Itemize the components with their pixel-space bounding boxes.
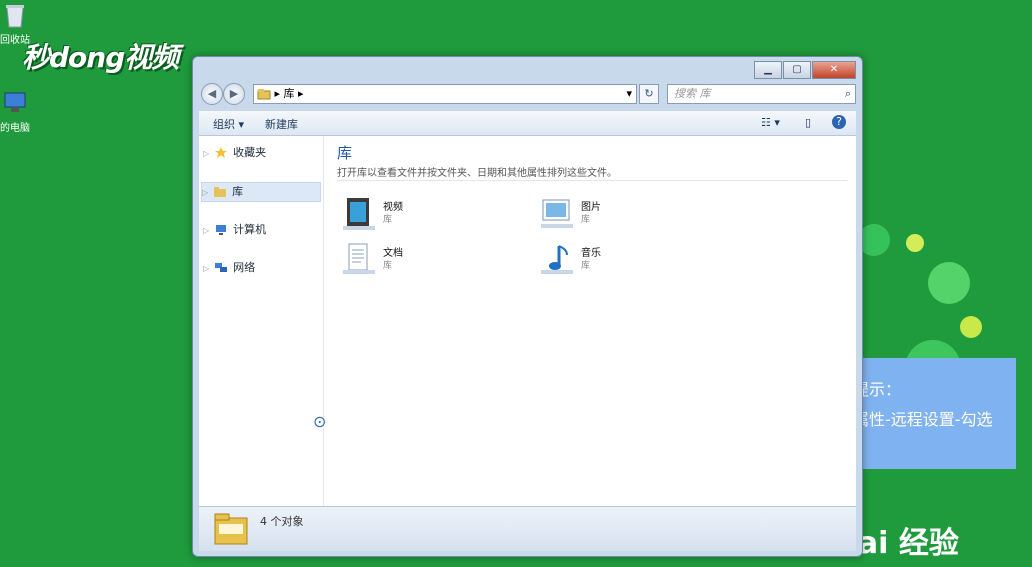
music-library-icon: [541, 245, 573, 274]
decor-circle: [928, 262, 970, 304]
expand-arrow-icon[interactable]: ▷: [203, 226, 209, 235]
busy-cursor-icon: ⊙: [313, 412, 327, 431]
new-library-button[interactable]: 新建库: [265, 116, 298, 132]
address-bar[interactable]: ▸ 库 ▸ ▾: [253, 84, 637, 104]
desktop-icon-label: 的电脑: [0, 123, 30, 134]
library-item-type: 库: [383, 261, 393, 271]
nav-item-label: 计算机: [233, 223, 267, 236]
computer-icon: [215, 225, 226, 235]
view-options-button[interactable]: ☷ ▾: [761, 116, 780, 129]
library-item-pictures[interactable]: 图片 库: [539, 196, 729, 236]
library-item-name: 文档: [383, 248, 403, 259]
library-description: 打开库以查看文件并按文件夹、日期和其他属性排列这些文件。: [337, 168, 617, 179]
close-button[interactable]: ✕: [812, 61, 856, 79]
library-item-name: 图片: [581, 202, 601, 213]
navigation-bar: ◀ ▶ ▸ 库 ▸ ▾ ↻ 搜索 库 ⌕: [199, 83, 856, 107]
library-item-name: 视频: [383, 202, 403, 213]
search-input[interactable]: 搜索 库 ⌕: [667, 84, 856, 104]
library-item-name: 音乐: [581, 248, 601, 259]
status-bar: 4 个对象: [199, 506, 856, 551]
video-library-icon: [343, 198, 375, 230]
nav-item-computer[interactable]: ▷ 计算机: [203, 221, 321, 239]
help-button[interactable]: ?: [832, 115, 846, 129]
computer-icon: [4, 92, 26, 112]
refresh-button[interactable]: ↻: [639, 84, 659, 104]
brand-watermark: 秒dong视频: [22, 41, 179, 74]
library-icon: [213, 187, 226, 197]
nav-item-favorites[interactable]: ▷ 收藏夹: [203, 144, 321, 162]
content-area: ▷ 收藏夹 ▷ 库 ▷ 计算机 ▷ 网络 库 打开库以查看文件并按文件夹、日期和…: [199, 136, 856, 506]
preview-pane-button[interactable]: ▯: [805, 116, 811, 129]
expand-arrow-icon[interactable]: ▷: [202, 188, 208, 197]
expand-arrow-icon[interactable]: ▷: [203, 264, 209, 273]
library-folder-icon: [214, 513, 248, 545]
nav-item-network[interactable]: ▷ 网络: [203, 259, 321, 277]
library-item-documents[interactable]: 文档 库: [341, 242, 531, 282]
network-icon: [214, 263, 227, 272]
address-root-arrow[interactable]: ▸: [275, 87, 281, 100]
library-item-video[interactable]: 视频 库: [341, 196, 531, 236]
documents-library-icon: [343, 243, 375, 274]
caption-buttons: ▁ ▢ ✕: [753, 61, 856, 79]
star-icon: [214, 147, 227, 158]
nav-item-library[interactable]: ▷ 库: [201, 182, 321, 202]
nav-item-label: 网络: [233, 261, 256, 274]
nav-item-label: 收藏夹: [233, 146, 267, 159]
expand-arrow-icon[interactable]: ▷: [203, 149, 209, 158]
decor-circle: [906, 234, 924, 252]
item-count: 4 个对象: [260, 515, 304, 528]
maximize-button[interactable]: ▢: [783, 61, 811, 79]
command-bar: 组织 ▾ 新建库 ☷ ▾ ▯ ?: [199, 111, 856, 136]
pictures-library-icon: [541, 199, 573, 228]
minimize-button[interactable]: ▁: [754, 61, 782, 79]
explorer-window: ▁ ▢ ✕ ◀ ▶ ▸ 库 ▸ ▾ ↻ 搜索 库 ⌕ 组织 ▾ 新建库 ☷ ▾ …: [192, 56, 863, 557]
library-icon: [257, 89, 271, 100]
nav-item-label: 库: [232, 185, 244, 198]
divider: [337, 180, 847, 181]
search-placeholder: 搜索 库: [674, 87, 711, 100]
navigation-pane: ▷ 收藏夹 ▷ 库 ▷ 计算机 ▷ 网络: [199, 136, 324, 506]
decor-circle: [960, 316, 982, 338]
page-title: 库: [337, 144, 353, 162]
library-item-type: 库: [383, 215, 393, 225]
desktop-icon-computer[interactable]: 的电脑: [0, 90, 40, 134]
recycle-bin-icon: [6, 5, 24, 28]
search-icon[interactable]: ⌕: [845, 85, 851, 103]
organize-button[interactable]: 组织 ▾: [213, 116, 244, 132]
address-path[interactable]: 库: [284, 87, 295, 100]
library-item-type: 库: [581, 261, 591, 271]
forward-button[interactable]: ▶: [223, 83, 245, 105]
library-view: 库 打开库以查看文件并按文件夹、日期和其他属性排列这些文件。 视频 库 图片 库: [337, 136, 856, 506]
address-dropdown-icon[interactable]: ▾: [626, 85, 632, 103]
library-item-music[interactable]: 音乐 库: [539, 242, 729, 282]
back-button[interactable]: ◀: [201, 83, 223, 105]
library-item-type: 库: [581, 215, 591, 225]
address-path-arrow[interactable]: ▸: [298, 87, 304, 100]
